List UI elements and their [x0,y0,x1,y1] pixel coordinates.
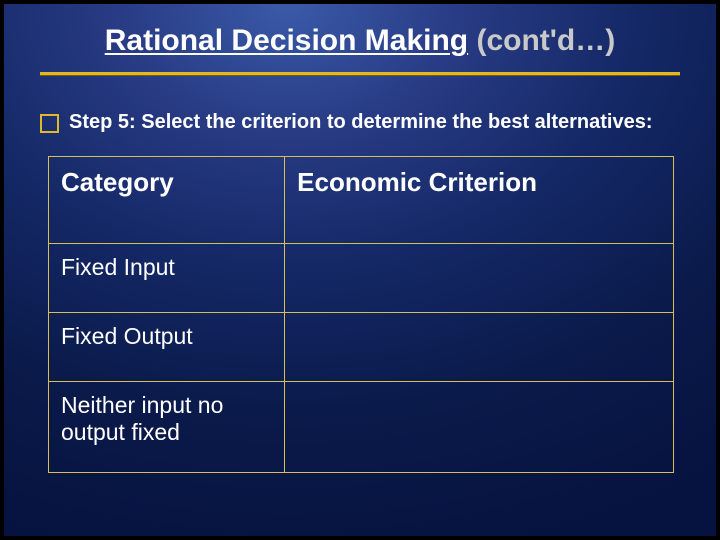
title-wrap: Rational Decision Making (cont'd…) [40,20,680,58]
cell-criterion [285,382,674,473]
square-bullet-icon [40,114,59,133]
cell-category: Neither input no output fixed [49,382,285,473]
slide-title-main: Rational Decision Making [105,24,468,57]
slide: Rational Decision Making (cont'd…) Step … [0,0,720,540]
cell-category: Fixed Input [49,244,285,313]
table-row: Fixed Output [49,313,674,382]
cell-criterion [285,313,674,382]
header-category: Category [49,157,285,244]
table-header-row: Category Economic Criterion [49,157,674,244]
title-underline-rule [40,72,680,75]
criteria-table: Category Economic Criterion Fixed Input … [48,156,674,473]
cell-category: Fixed Output [49,313,285,382]
header-criterion: Economic Criterion [285,157,674,244]
cell-criterion [285,244,674,313]
table-row: Neither input no output fixed [49,382,674,473]
slide-title-tail: (cont'd…) [468,24,615,57]
bullet-text: Step 5: Select the criterion to determin… [69,111,653,134]
bullet-row: Step 5: Select the criterion to determin… [40,111,680,134]
table-row: Fixed Input [49,244,674,313]
